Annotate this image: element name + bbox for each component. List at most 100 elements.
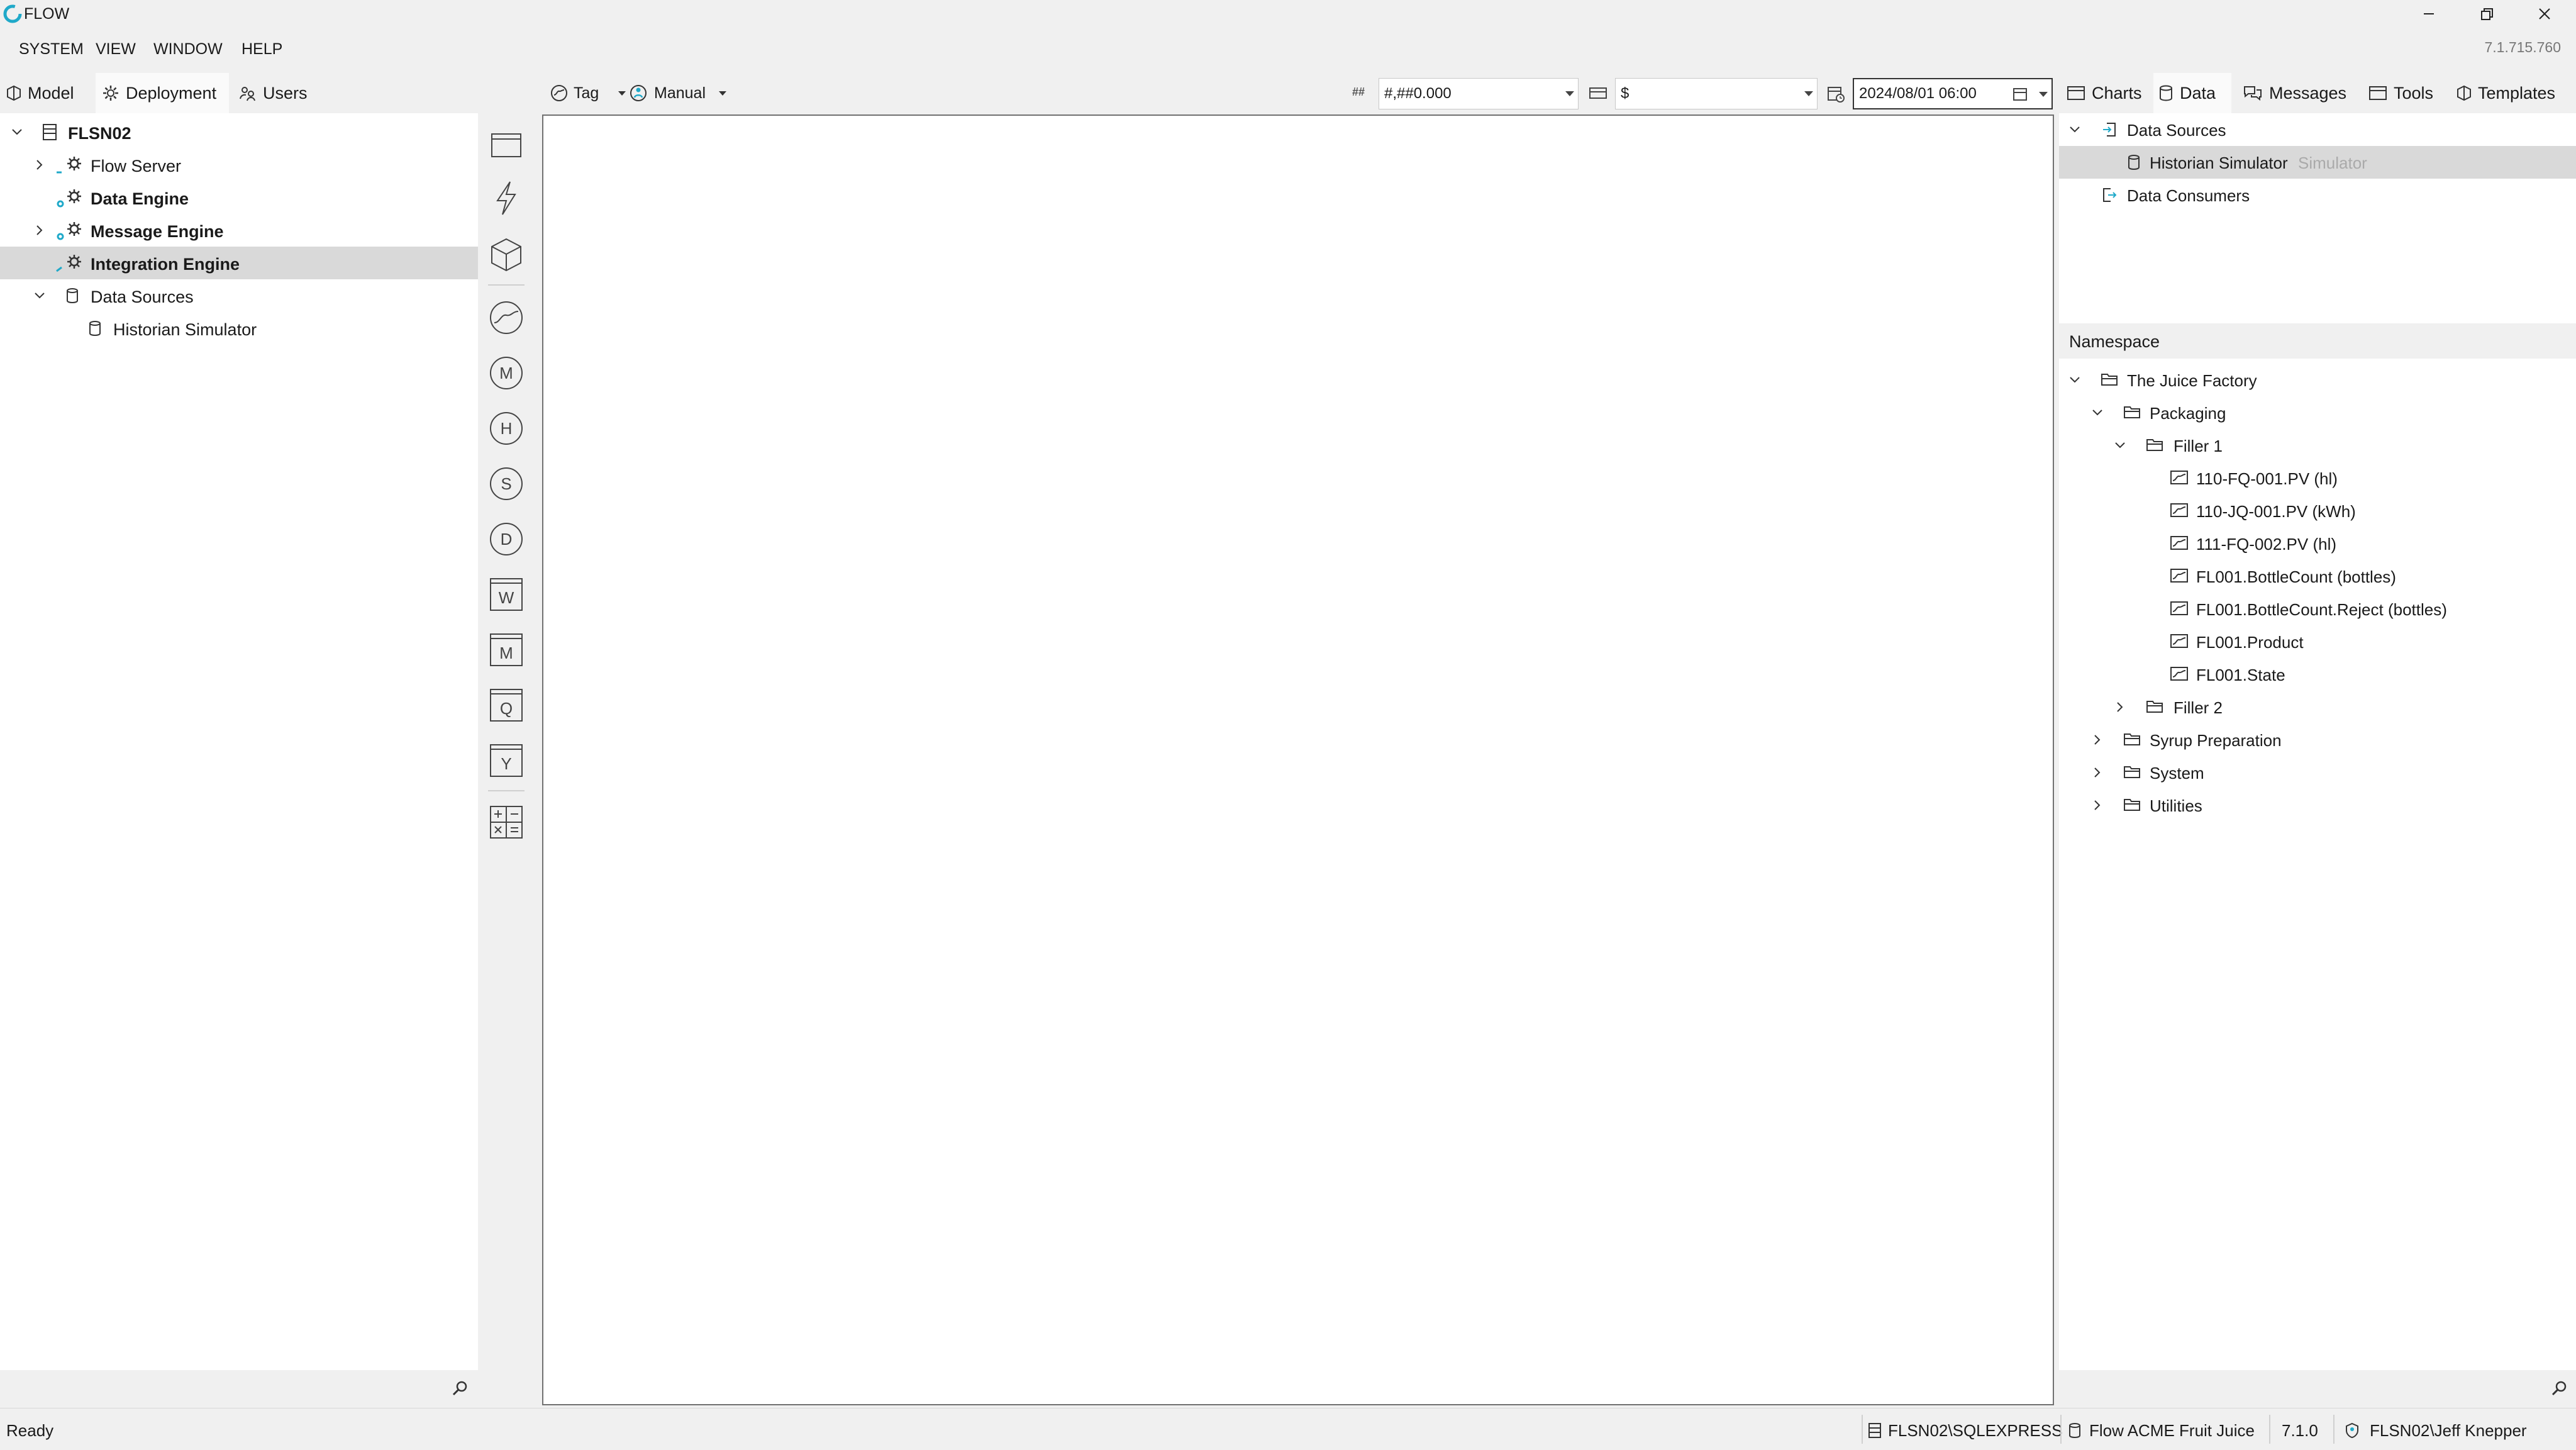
- tab-data[interactable]: Data: [2153, 73, 2231, 113]
- tree-item-historian-simulator[interactable]: Historian Simulator: [0, 312, 478, 345]
- minimize-button[interactable]: [2400, 0, 2457, 28]
- search-icon[interactable]: [450, 1379, 469, 1398]
- tag-item[interactable]: FL001.BottleCount (bottles): [2059, 560, 2576, 593]
- left-search-bar: [0, 1370, 478, 1405]
- tool-m-square[interactable]: M: [488, 632, 525, 668]
- database-icon: [2069, 1423, 2080, 1439]
- tree-item-syrup-preparation[interactable]: Syrup Preparation: [2059, 723, 2576, 756]
- folder-icon: [2124, 733, 2140, 745]
- calendar-icon[interactable]: [2012, 87, 2028, 102]
- number-format-select[interactable]: #,##0.000: [1379, 78, 1579, 109]
- date-time-input[interactable]: 2024/08/01 06:00: [1853, 78, 2053, 109]
- tool-h-circle[interactable]: H: [488, 410, 525, 447]
- chevron-right-icon[interactable]: [2089, 732, 2106, 748]
- tree-item-data-sources[interactable]: Data Sources: [2059, 113, 2576, 146]
- chevron-down-icon[interactable]: [31, 287, 48, 304]
- tree-item-historian-simulator[interactable]: Historian Simulator Simulator: [2059, 146, 2576, 179]
- tree-item-message-engine[interactable]: Message Engine: [0, 214, 478, 247]
- tool-y-square[interactable]: Y: [488, 742, 525, 779]
- chevron-down-icon[interactable]: [2112, 437, 2128, 454]
- tree-item-data-consumers[interactable]: Data Consumers: [2059, 179, 2576, 211]
- database-icon: [2160, 85, 2172, 101]
- chevron-down-icon[interactable]: [2067, 121, 2083, 138]
- database-icon: [67, 288, 78, 304]
- tab-users[interactable]: Users: [233, 73, 326, 113]
- tag-mode-button[interactable]: Tag: [550, 78, 626, 108]
- tree-item-system[interactable]: System: [2059, 756, 2576, 789]
- tree-item-integration-engine[interactable]: Integration Engine: [0, 247, 478, 279]
- dropdown-arrow-icon[interactable]: [2039, 92, 2048, 97]
- tool-d-circle[interactable]: D: [488, 521, 525, 557]
- tab-deployment[interactable]: Deployment: [96, 73, 229, 113]
- svg-text:M: M: [499, 644, 513, 662]
- tag-item[interactable]: 110-FQ-001.PV (hl): [2059, 462, 2576, 494]
- menu-window[interactable]: WINDOW: [153, 40, 223, 59]
- tool-calculator[interactable]: [488, 804, 525, 840]
- cube-icon: [491, 238, 521, 272]
- calendar-clock-icon: [1828, 87, 1845, 103]
- tab-model[interactable]: Model: [0, 73, 93, 113]
- namespace-header: Namespace: [2059, 323, 2576, 359]
- tree-item-filler-2[interactable]: Filler 2: [2059, 691, 2576, 723]
- users-icon: [240, 87, 255, 101]
- search-icon[interactable]: [2550, 1379, 2568, 1398]
- currency-icon: [1589, 87, 1607, 99]
- restore-button[interactable]: [2458, 0, 2514, 28]
- tool-s-circle[interactable]: S: [488, 466, 525, 502]
- tag-circle-icon: [551, 85, 567, 101]
- tool-model[interactable]: [488, 237, 525, 273]
- number-format-icon: ##: [1352, 86, 1365, 98]
- tree-item-flsn02[interactable]: FLSN02: [0, 116, 478, 148]
- menu-view[interactable]: VIEW: [96, 40, 136, 59]
- tool-q-square[interactable]: Q: [488, 687, 525, 723]
- tool-window[interactable]: [488, 127, 525, 164]
- tree-item-juice-factory[interactable]: The Juice Factory: [2059, 364, 2576, 396]
- h-circle-icon: H: [490, 412, 523, 445]
- toolbox: M H S D W M Q Y: [479, 113, 533, 1405]
- chevron-right-icon[interactable]: [31, 157, 48, 173]
- manual-mode-button[interactable]: Manual: [629, 78, 727, 108]
- tool-w-square[interactable]: W: [488, 576, 525, 613]
- window-icon: [491, 133, 521, 157]
- folder-icon: [2124, 799, 2140, 811]
- tab-templates[interactable]: Templates: [2451, 73, 2571, 113]
- chevron-down-icon[interactable]: [9, 124, 25, 140]
- chevron-right-icon[interactable]: [2089, 764, 2106, 781]
- service-gear-icon: [56, 255, 81, 272]
- database-icon: [2128, 155, 2140, 170]
- tool-m-circle[interactable]: M: [488, 355, 525, 391]
- tag-item[interactable]: 111-FQ-002.PV (hl): [2059, 527, 2576, 560]
- app-version: 7.1.715.760: [2484, 39, 2561, 55]
- tree-item-data-sources[interactable]: Data Sources: [0, 279, 478, 312]
- tab-messages[interactable]: Messages: [2238, 73, 2368, 113]
- design-canvas[interactable]: [542, 114, 2054, 1405]
- tree-item-filler-1[interactable]: Filler 1: [2059, 429, 2576, 462]
- tag-item[interactable]: 110-JQ-001.PV (kWh): [2059, 494, 2576, 527]
- menu-help[interactable]: HELP: [242, 40, 282, 59]
- dropdown-arrow-icon[interactable]: [1565, 91, 1574, 96]
- tag-item[interactable]: FL001.BottleCount.Reject (bottles): [2059, 593, 2576, 625]
- tool-event[interactable]: [488, 180, 525, 216]
- chevron-right-icon[interactable]: [2112, 699, 2128, 715]
- m-square-icon: M: [490, 633, 523, 666]
- chevron-right-icon[interactable]: [31, 222, 48, 238]
- tag-item[interactable]: FL001.State: [2059, 658, 2576, 691]
- tag-trend-icon: [2170, 634, 2188, 648]
- tree-item-flow-server[interactable]: Flow Server: [0, 148, 478, 181]
- tree-item-data-engine[interactable]: Data Engine: [0, 181, 478, 214]
- close-window-button[interactable]: [2516, 0, 2572, 28]
- currency-select[interactable]: $: [1615, 78, 1818, 109]
- chevron-down-icon[interactable]: [2067, 372, 2083, 388]
- current-user-label: FLSN02\Jeff Knepper: [2370, 1421, 2527, 1440]
- menu-system[interactable]: SYSTEM: [19, 40, 84, 59]
- status-bar: Ready FLSN02\SQLEXPRESS Flow ACME Fruit …: [0, 1408, 2576, 1450]
- tag-item[interactable]: FL001.Product: [2059, 625, 2576, 658]
- dropdown-arrow-icon[interactable]: [1804, 91, 1813, 96]
- chevron-down-icon[interactable]: [2089, 404, 2106, 421]
- chevron-right-icon[interactable]: [2089, 797, 2106, 813]
- tab-charts[interactable]: Charts: [2062, 73, 2148, 113]
- tree-item-packaging[interactable]: Packaging: [2059, 396, 2576, 429]
- tool-trend[interactable]: [488, 299, 525, 336]
- tab-tools[interactable]: Tools: [2363, 73, 2445, 113]
- tree-item-utilities[interactable]: Utilities: [2059, 789, 2576, 822]
